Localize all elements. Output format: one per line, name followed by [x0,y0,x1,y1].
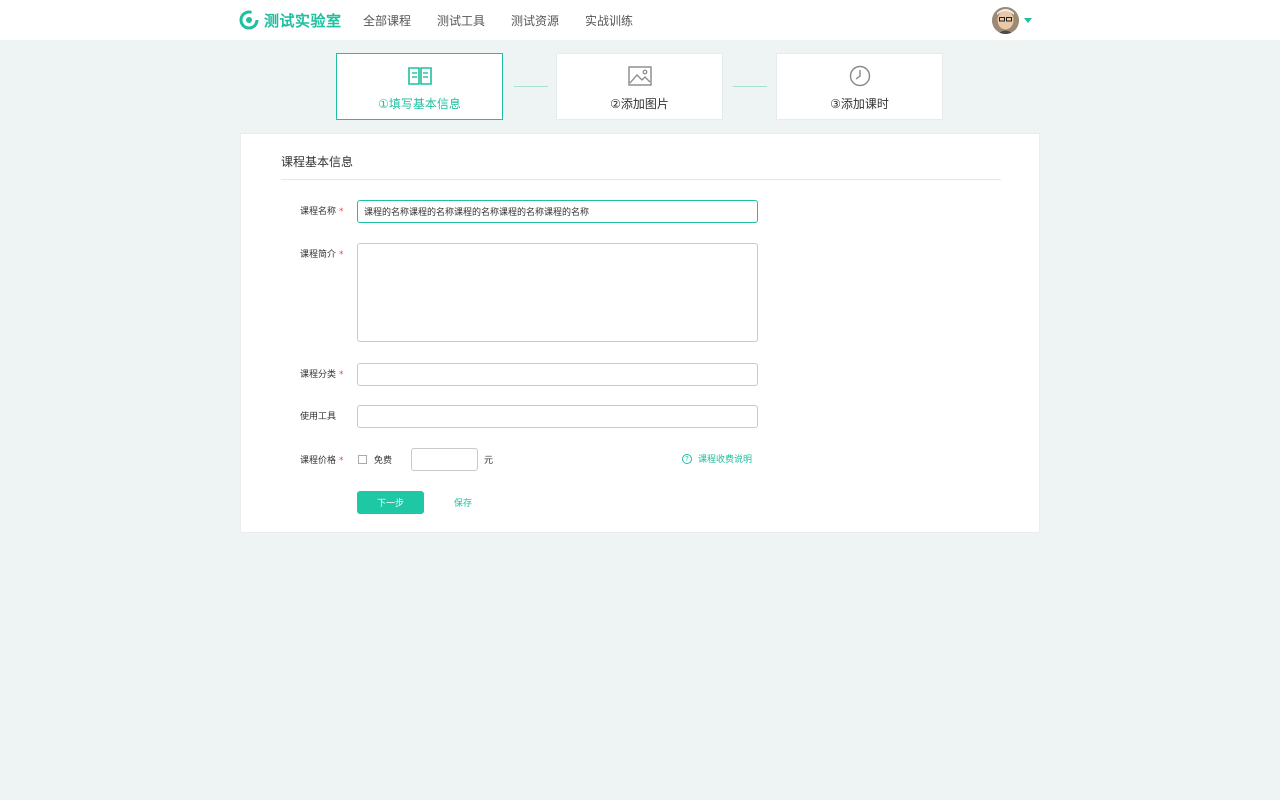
clock-icon [849,65,870,87]
divider [281,179,1001,180]
course-intro-label: 课程简介 * [300,250,344,260]
tools-label: 使用工具 [300,412,337,422]
brand-name: 测试实验室 [264,11,342,30]
step-label: ③添加课时 [830,97,889,111]
course-category-label: 课程分类 * [300,370,344,380]
course-form-card: 课程基本信息 课程名称* 课程简介* 课程分类* 使用工具 课程价格* 免费 元… [240,133,1040,533]
course-name-input[interactable] [357,200,758,223]
user-menu[interactable] [992,6,1032,34]
avatar[interactable] [992,6,1019,34]
nav-item-all-courses[interactable]: 全部课程 [363,12,411,29]
chevron-down-icon[interactable] [1024,17,1032,23]
course-name-label: 课程名称 * [300,207,344,217]
course-category-input[interactable] [357,363,758,386]
price-unit: 元 [484,456,494,466]
next-step-button[interactable]: 下一步 [357,491,424,514]
price-input[interactable] [411,448,478,471]
step-connector [733,86,767,87]
nav-item-practice[interactable]: 实战训练 [585,12,633,29]
question-circle-icon: ? [682,453,692,464]
nav-item-test-tools[interactable]: 测试工具 [437,12,485,29]
fee-help-link[interactable]: ? 课程收费说明 [682,452,752,465]
save-button[interactable]: 保存 [454,496,472,509]
free-checkbox[interactable] [358,455,367,464]
course-intro-textarea[interactable] [357,243,758,342]
image-icon [627,66,652,86]
step-add-images[interactable]: ②添加图片 [556,53,723,120]
step-add-lessons[interactable]: ③添加课时 [776,53,943,120]
book-icon [407,67,432,85]
nav-item-test-resources[interactable]: 测试资源 [511,12,559,29]
logo-icon [239,10,259,30]
form-title: 课程基本信息 [281,155,354,169]
top-navbar: 测试实验室 全部课程 测试工具 测试资源 实战训练 [0,0,1280,40]
free-label: 免费 [374,456,393,466]
main-nav: 全部课程 测试工具 测试资源 实战训练 [363,0,659,40]
step-label: ②添加图片 [610,97,669,111]
course-price-label: 课程价格 * [300,456,344,466]
step-label: ①填写基本信息 [378,97,461,111]
logo[interactable]: 测试实验室 [239,9,342,31]
tools-input[interactable] [357,405,758,428]
step-basic-info[interactable]: ①填写基本信息 [336,53,503,120]
step-connector [514,86,548,87]
fee-help-text: 课程收费说明 [698,455,753,465]
